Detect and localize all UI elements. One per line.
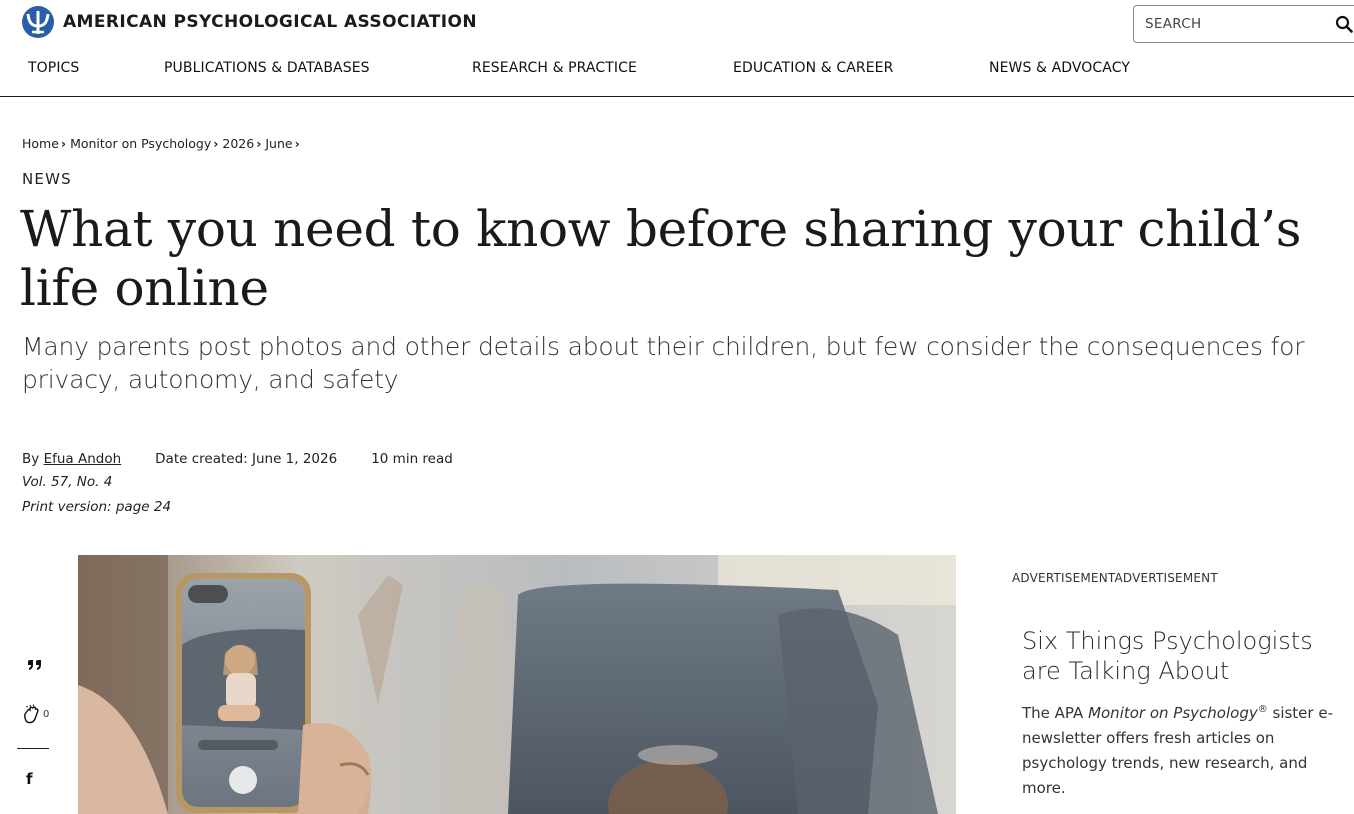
search-box [1133, 5, 1354, 43]
advertisement-label: ADVERTISEMENTADVERTISEMENT [1012, 571, 1218, 585]
search-icon[interactable] [1335, 15, 1353, 33]
clap-button[interactable]: 0 [22, 704, 56, 724]
breadcrumb-month[interactable]: June [265, 136, 292, 151]
brand-name: AMERICAN PSYCHOLOGICAL ASSOCIATION [63, 12, 477, 32]
breadcrumb: Home › Monitor on Psychology › 2026 › Ju… [22, 136, 304, 151]
nav-news-advocacy[interactable]: NEWS & ADVOCACY [989, 60, 1130, 76]
apa-logo-icon [22, 6, 54, 38]
date-created: Date created: June 1, 2026 [155, 451, 338, 467]
brand[interactable]: AMERICAN PSYCHOLOGICAL ASSOCIATION [21, 5, 477, 39]
promo-body-prefix: The APA [1022, 704, 1084, 722]
breadcrumb-year[interactable]: 2026 [222, 136, 254, 151]
share-divider [17, 748, 49, 749]
byline: By Efua Andoh Date created: June 1, 2026… [22, 451, 453, 467]
facebook-icon[interactable]: f [26, 770, 40, 790]
registered-mark: ® [1257, 704, 1268, 715]
site-header: AMERICAN PSYCHOLOGICAL ASSOCIATION TOPIC… [0, 0, 1354, 97]
volume-info: Vol. 57, No. 4 [22, 474, 113, 490]
quote-icon[interactable] [26, 658, 44, 674]
nav-topics[interactable]: TOPICS [28, 60, 79, 76]
breadcrumb-separator: › [256, 136, 262, 151]
author-link[interactable]: Efua Andoh [44, 451, 122, 467]
print-version: Print version: page 24 [22, 499, 172, 515]
breadcrumb-separator: › [60, 136, 67, 151]
article-kicker[interactable]: NEWS [22, 170, 72, 188]
article-title: What you need to know before sharing you… [20, 200, 1302, 317]
article-dek: Many parents post photos and other detai… [22, 332, 1305, 394]
main-nav: TOPICS PUBLICATIONS & DATABASES RESEARCH… [0, 60, 1354, 86]
nav-education-career[interactable]: EDUCATION & CAREER [733, 60, 893, 76]
hero-image [78, 555, 956, 814]
promo-title[interactable]: Six Things Psychologists are Talking Abo… [1022, 626, 1342, 686]
read-time: 10 min read [371, 451, 453, 467]
breadcrumb-separator: › [294, 136, 300, 151]
promo-body: The APA Monitor on Psychology® sister e-… [1022, 697, 1342, 801]
clap-count: 0 [43, 708, 50, 720]
breadcrumb-separator: › [213, 136, 219, 151]
breadcrumb-monitor[interactable]: Monitor on Psychology [70, 136, 211, 151]
byline-prefix: By [22, 451, 40, 467]
breadcrumb-home[interactable]: Home [22, 136, 59, 151]
promo-body-publication: Monitor on Psychology [1088, 704, 1258, 722]
nav-research-practice[interactable]: RESEARCH & PRACTICE [472, 60, 637, 76]
clap-icon [24, 704, 39, 724]
hero-photo [78, 555, 956, 814]
search-input[interactable] [1145, 16, 1325, 32]
nav-publications-databases[interactable]: PUBLICATIONS & DATABASES [164, 60, 370, 76]
